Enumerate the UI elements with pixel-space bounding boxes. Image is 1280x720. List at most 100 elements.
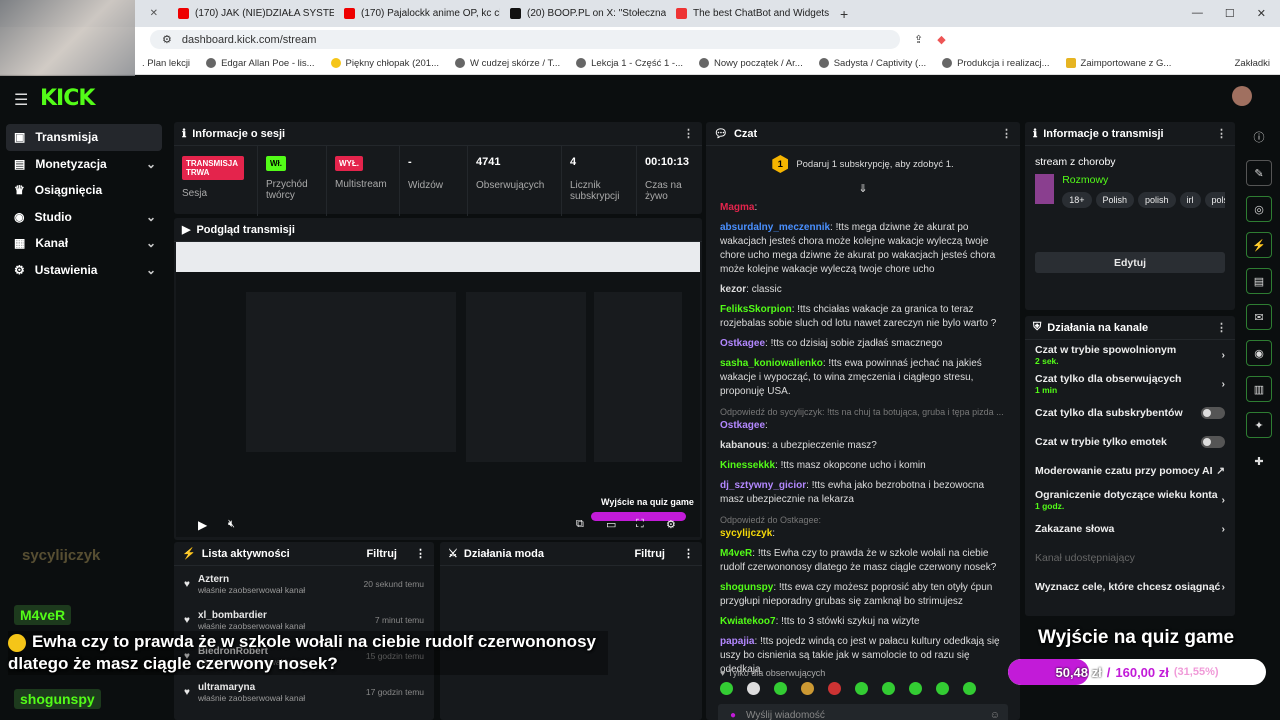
chat-username[interactable]: Magma <box>720 202 754 213</box>
bookmarks-folder-all[interactable]: Zakładki <box>1235 58 1270 69</box>
chat-username[interactable]: kabanous <box>720 440 767 451</box>
category-name[interactable]: Rozmowy <box>1062 174 1225 186</box>
edit-icon[interactable]: ✎ <box>1246 160 1272 186</box>
action-banned-words[interactable]: Zakazane słowa › <box>1025 514 1235 543</box>
chat-username[interactable]: absurdalny_meczennik <box>720 222 830 233</box>
target-icon[interactable]: ◎ <box>1246 196 1272 222</box>
bolt-icon[interactable]: ⚡ <box>1246 232 1272 258</box>
bookmark-item[interactable]: Sadysta / Captivity (... <box>818 58 926 69</box>
chat-username[interactable]: M4veR <box>720 548 752 559</box>
emote-icon[interactable] <box>720 682 733 695</box>
close-icon[interactable]: ✕ <box>150 8 158 19</box>
broadcast-icon[interactable]: ◉ <box>1246 340 1272 366</box>
settings-icon[interactable]: ⚙ <box>666 518 676 531</box>
emote-icon[interactable] <box>747 682 760 695</box>
brave-shield-icon[interactable]: ◆ <box>937 33 945 46</box>
share-icon[interactable]: ⇪ <box>914 33 923 46</box>
emote-icon[interactable] <box>909 682 922 695</box>
chat-username[interactable]: FeliksSkorpion <box>720 304 792 315</box>
sidebar-item-ustawienia[interactable]: ⚙ Ustawienia ⌄ <box>0 257 170 284</box>
chat-username[interactable]: dj_sztywny_gicior <box>720 480 806 491</box>
sidebar-item-studio[interactable]: ◉ Studio ⌄ <box>0 204 170 231</box>
chat-username[interactable]: sasha_koniowalienko <box>720 358 823 369</box>
chat-username[interactable]: Kinessekkk <box>720 460 775 471</box>
mute-icon[interactable]: 🔇︎ <box>228 518 235 531</box>
bookmark-item[interactable]: Edgar Allan Poe - lis... <box>206 58 315 69</box>
pin-icon[interactable]: ⇓ <box>706 182 1020 198</box>
filter-button[interactable]: Filtruj <box>366 548 397 560</box>
emote-icon[interactable] <box>774 682 787 695</box>
stat-multistream[interactable]: WYŁ. Multistream <box>327 146 400 216</box>
emoji-icon[interactable]: ☺ <box>990 710 1000 720</box>
chat-input[interactable]: ● Wyślij wiadomość ☺ <box>718 704 1008 720</box>
chat-username[interactable]: kezor <box>720 284 746 295</box>
browser-tab[interactable]: (20) BOOP.PL on X: "Stołeczna policj <box>500 0 666 27</box>
fullscreen-icon[interactable]: ⛶ <box>636 518 644 531</box>
sidebar-item-transmisja[interactable]: ▣ Transmisja <box>6 124 162 151</box>
action-ai-moderation[interactable]: Moderowanie czatu przy pomocy AI ↗ <box>1025 456 1235 485</box>
emote-icon[interactable] <box>882 682 895 695</box>
chat-icon[interactable]: ✉ <box>1246 304 1272 330</box>
bookmark-item[interactable]: Nowy początek / Ar... <box>699 58 803 69</box>
bookmark-item[interactable]: Lekcja 1 - Część 1 -... <box>576 58 683 69</box>
chat-username[interactable]: shogunspy <box>720 582 773 593</box>
stream-preview-video[interactable]: Wyjście na quiz game ▶ 🔇︎ ⧉ ▭ ⛶ ⚙ <box>176 242 700 537</box>
layout-icon[interactable]: ▥ <box>1246 376 1272 402</box>
bookmark-item[interactable]: W cudzej skórze / T... <box>455 58 560 69</box>
chat-username[interactable]: Ostkagee <box>720 420 765 431</box>
bookmark-item[interactable]: Piękny chłopak (201... <box>330 58 439 69</box>
bookmark-item[interactable]: Produkcja i realizacj... <box>942 58 1050 69</box>
sidebar-item-label: Transmisja <box>35 130 99 145</box>
edit-button[interactable]: Edytuj <box>1035 252 1225 273</box>
more-icon[interactable]: ⋮ <box>1216 321 1227 334</box>
stat-revenue[interactable]: Wł. Przychód twórcy <box>258 146 327 216</box>
more-icon[interactable]: ⋮ <box>1216 127 1227 140</box>
browser-tab[interactable]: (170) JAK (NIE)DZIAŁA SYSTEM KAUC <box>168 0 334 27</box>
toggle-switch[interactable] <box>1201 406 1225 419</box>
sidebar-item-label: Studio <box>34 209 72 224</box>
more-icon[interactable]: ⋮ <box>1001 127 1012 140</box>
add-widget-icon[interactable]: ✚ <box>1246 448 1272 474</box>
site-info-icon[interactable]: ⚙ <box>162 33 172 46</box>
browser-tab[interactable]: (170) Pajalockk anime OP, kc chat - Y <box>334 0 500 27</box>
sidebar-item-monetyzacja[interactable]: ▤ Monetyzacja ⌄ <box>0 151 170 178</box>
more-icon[interactable]: ⋮ <box>683 127 694 140</box>
chat-username[interactable]: Kwiatekoo7 <box>720 616 776 627</box>
action-slow-mode[interactable]: Czat w trybie spowolnionym 2 sek. › <box>1025 340 1235 369</box>
document-icon[interactable]: ▤ <box>1246 268 1272 294</box>
new-tab-button[interactable]: + <box>832 6 856 22</box>
wrench-icon[interactable]: ✦ <box>1246 412 1272 438</box>
chat-username[interactable]: sycylijczyk <box>720 528 772 539</box>
chat-username[interactable]: Ostkagee <box>720 338 765 349</box>
maximize-icon[interactable]: ☐ <box>1225 7 1235 20</box>
bookmark-folder[interactable]: Zaimportowane z G... <box>1065 58 1171 69</box>
chat-username[interactable]: papajia <box>720 636 754 647</box>
action-account-age[interactable]: Ograniczenie dotyczące wieku konta 1 godz… <box>1025 485 1235 514</box>
kick-logo[interactable]: KICK <box>40 86 95 111</box>
mic-icon[interactable]: ● <box>730 710 736 720</box>
more-icon[interactable]: ⋮ <box>415 547 426 560</box>
bookmark-item[interactable]: . Plan lekcji <box>142 58 190 69</box>
filter-button[interactable]: Filtruj <box>634 548 665 560</box>
url-field[interactable]: ⚙ dashboard.kick.com/stream <box>150 30 900 49</box>
theater-icon[interactable]: ▭ <box>606 518 616 531</box>
close-window-icon[interactable]: ✕ <box>1257 7 1266 20</box>
emote-icon[interactable] <box>801 682 814 695</box>
info-icon[interactable]: ⓘ <box>1246 124 1272 150</box>
action-followers-only[interactable]: Czat tylko dla obserwujących 1 min › <box>1025 369 1235 398</box>
emote-icon[interactable] <box>963 682 976 695</box>
more-icon[interactable]: ⋮ <box>683 547 694 560</box>
avatar[interactable] <box>1232 86 1252 106</box>
menu-icon[interactable]: ☰ <box>14 90 28 110</box>
emote-icon[interactable] <box>828 682 841 695</box>
sidebar-item-kanal[interactable]: ▦ Kanał ⌄ <box>0 230 170 257</box>
pip-icon[interactable]: ⧉ <box>576 518 584 531</box>
browser-tab[interactable]: The best ChatBot and Widgets for K <box>666 0 832 27</box>
emote-icon[interactable] <box>855 682 868 695</box>
action-goals[interactable]: Wyznacz cele, które chcesz osiągnąć › <box>1025 572 1235 601</box>
emote-icon[interactable] <box>936 682 949 695</box>
sidebar-item-osiagniecia[interactable]: ♛ Osiągnięcia <box>0 177 170 204</box>
toggle-switch[interactable] <box>1201 435 1225 448</box>
minimize-icon[interactable]: — <box>1192 7 1203 20</box>
play-icon[interactable]: ▶ <box>198 518 207 532</box>
